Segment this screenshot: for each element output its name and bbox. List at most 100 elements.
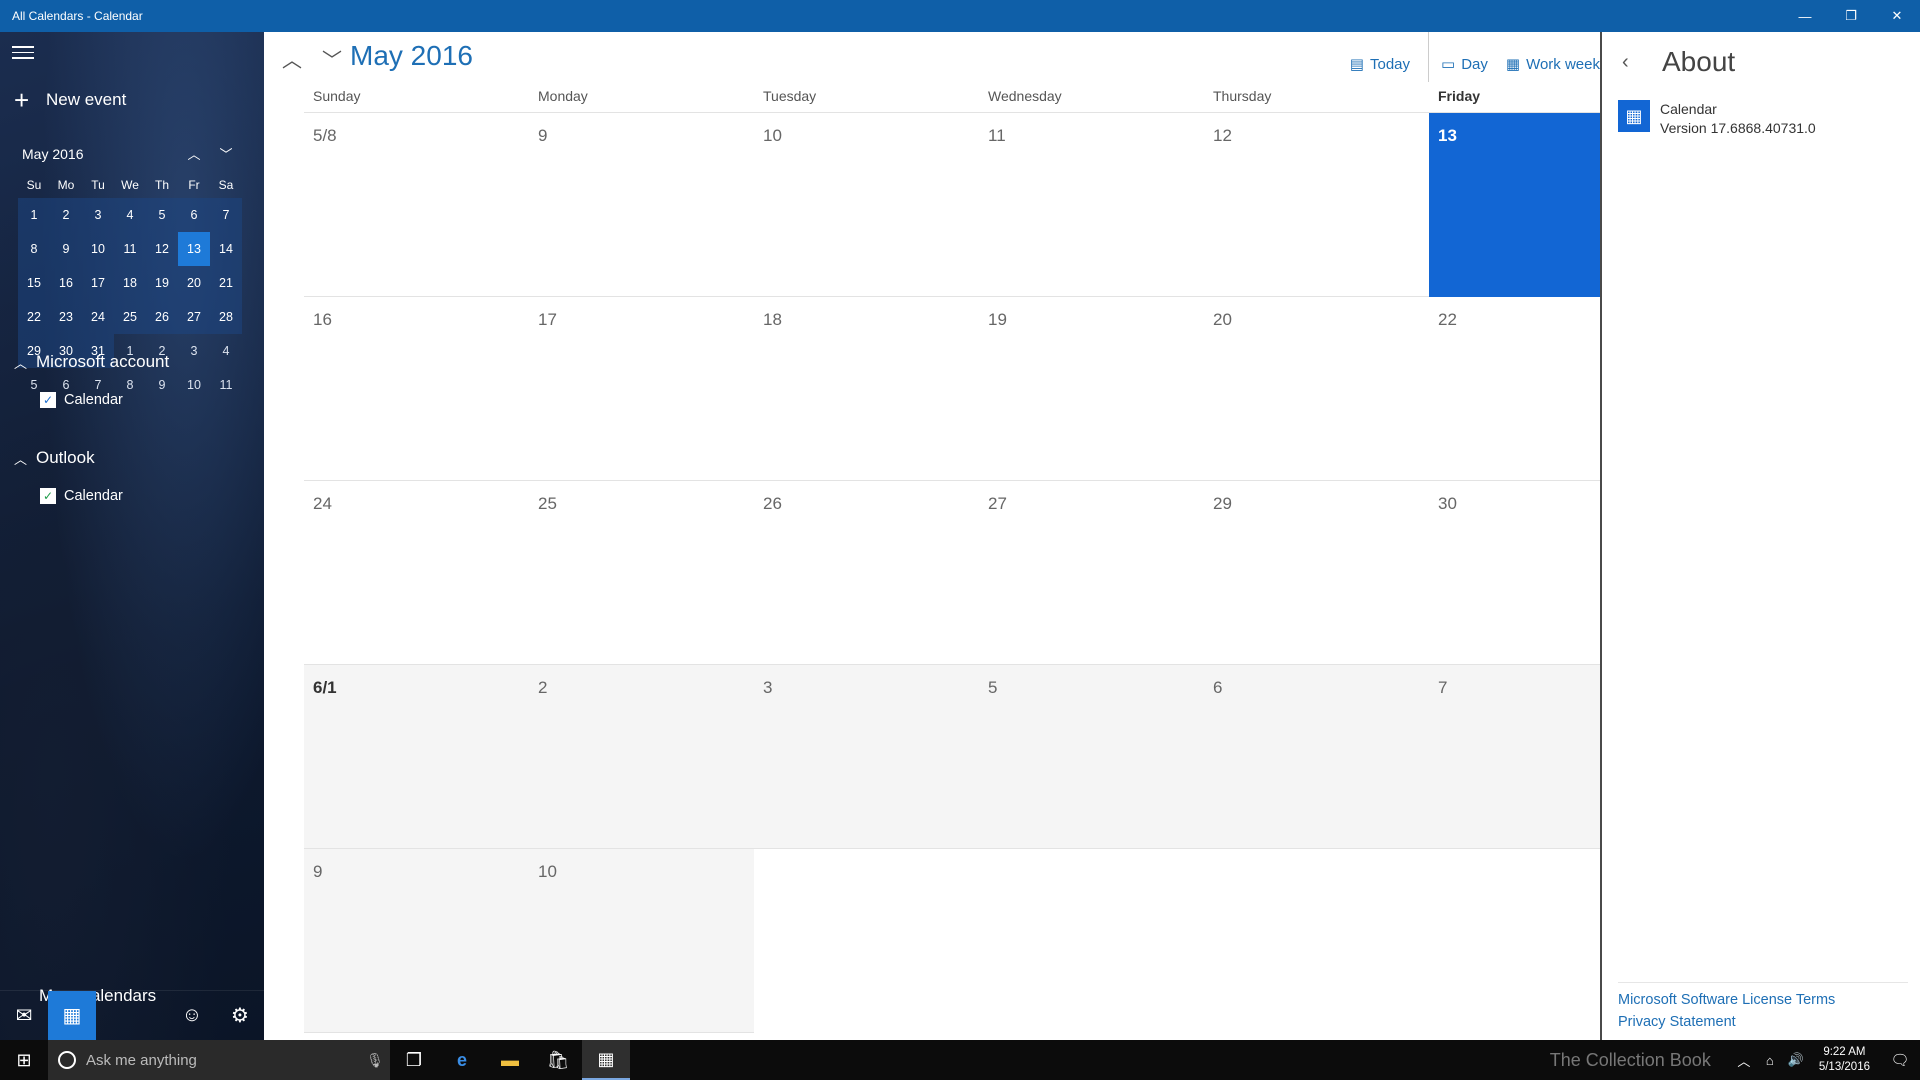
taskbar: ⊞ Ask me anything 🎙 ❐ e ▬ 🛍 ▦ The Collec…: [0, 1040, 1920, 1080]
day-cell[interactable]: 3: [754, 665, 979, 849]
work-week-view-button[interactable]: ▦ Work week: [1506, 46, 1600, 82]
day-cell[interactable]: 11: [979, 113, 1204, 297]
network-icon[interactable]: ⌂: [1757, 1053, 1783, 1068]
day-cell[interactable]: 16: [304, 297, 529, 481]
mini-day[interactable]: 6: [178, 198, 210, 232]
month-title[interactable]: May 2016: [350, 40, 473, 72]
day-cell[interactable]: 5/8: [304, 113, 529, 297]
license-terms-link[interactable]: Microsoft Software License Terms: [1618, 989, 1908, 1011]
mini-dow-label: Mo: [57, 178, 75, 192]
mini-day[interactable]: 26: [146, 300, 178, 334]
mini-day[interactable]: 4: [114, 198, 146, 232]
privacy-statement-link[interactable]: Privacy Statement: [1618, 1011, 1908, 1033]
day-cell[interactable]: 2: [529, 665, 754, 849]
mini-day[interactable]: 17: [82, 266, 114, 300]
clock-date: 5/13/2016: [1818, 1061, 1870, 1073]
day-view-button[interactable]: ▭ Day: [1441, 46, 1488, 82]
calendar-taskbar-icon[interactable]: ▦: [582, 1040, 630, 1080]
mini-day[interactable]: 23: [50, 300, 82, 334]
day-cell[interactable]: 27: [979, 481, 1204, 665]
mini-day[interactable]: 3: [178, 334, 210, 368]
checkbox-checked-icon[interactable]: ✓: [40, 488, 56, 504]
chevron-up-tray-icon[interactable]: ︿: [1731, 1051, 1757, 1070]
mini-day[interactable]: 22: [18, 300, 50, 334]
day-cell[interactable]: 9: [304, 849, 529, 1033]
mini-day[interactable]: 13: [178, 232, 210, 266]
day-cell[interactable]: 12: [1204, 113, 1429, 297]
windows-start-icon[interactable]: ⊞: [0, 1040, 48, 1080]
day-cell[interactable]: 25: [529, 481, 754, 665]
mini-day[interactable]: 3: [82, 198, 114, 232]
file-explorer-icon[interactable]: ▬: [486, 1040, 534, 1080]
mini-day[interactable]: 28: [210, 300, 242, 334]
mini-day[interactable]: 4: [210, 334, 242, 368]
day-cell[interactable]: 17: [529, 297, 754, 481]
day-cell[interactable]: 18: [754, 297, 979, 481]
store-icon[interactable]: 🛍: [534, 1040, 582, 1080]
group-microsoft-account[interactable]: ︿ Microsoft account: [14, 352, 169, 372]
restore-button[interactable]: ❐: [1828, 0, 1874, 32]
mini-day[interactable]: 18: [114, 266, 146, 300]
dow-header-sunday: Sunday: [313, 88, 361, 104]
mini-day[interactable]: 1: [18, 198, 50, 232]
day-cell[interactable]: 9: [529, 113, 754, 297]
mini-day[interactable]: 2: [50, 198, 82, 232]
feedback-smiley-icon[interactable]: ☺: [168, 991, 216, 1041]
microphone-icon[interactable]: 🎙: [360, 1052, 390, 1069]
checkbox-checked-icon[interactable]: ✓: [40, 392, 56, 408]
today-button[interactable]: ▤ Today: [1350, 46, 1410, 82]
day-cell[interactable]: 19: [979, 297, 1204, 481]
mini-day[interactable]: 24: [82, 300, 114, 334]
day-cell[interactable]: 10: [529, 849, 754, 1033]
day-cell[interactable]: 5: [979, 665, 1204, 849]
day-cell[interactable]: 6/1: [304, 665, 529, 849]
previous-month-icon[interactable]: ︿: [272, 44, 312, 73]
calendar-item-outlook[interactable]: ✓ Calendar: [40, 488, 123, 504]
mini-day[interactable]: 11: [114, 232, 146, 266]
hamburger-menu-icon[interactable]: [12, 46, 34, 62]
mini-day[interactable]: 14: [210, 232, 242, 266]
mini-day[interactable]: 16: [50, 266, 82, 300]
next-month-icon[interactable]: ﹀: [312, 44, 352, 73]
volume-icon[interactable]: 🔊: [1783, 1052, 1809, 1068]
mini-day[interactable]: 15: [18, 266, 50, 300]
mail-icon[interactable]: ✉: [0, 991, 48, 1041]
day-cell[interactable]: 29: [1204, 481, 1429, 665]
settings-gear-icon[interactable]: ⚙: [216, 991, 264, 1041]
mini-day[interactable]: 8: [18, 232, 50, 266]
mini-day[interactable]: 20: [178, 266, 210, 300]
clock[interactable]: 9:22 AM 5/13/2016: [1809, 1045, 1880, 1075]
mini-day[interactable]: 10: [82, 232, 114, 266]
day-cell[interactable]: 20: [1204, 297, 1429, 481]
mini-day[interactable]: 19: [146, 266, 178, 300]
edge-browser-icon[interactable]: e: [438, 1040, 486, 1080]
mini-day[interactable]: 10: [178, 368, 210, 402]
mini-day[interactable]: 12: [146, 232, 178, 266]
mini-day[interactable]: 27: [178, 300, 210, 334]
day-cell[interactable]: 24: [304, 481, 529, 665]
close-button[interactable]: ✕: [1874, 0, 1920, 32]
mini-calendar-prev-icon[interactable]: ︿: [178, 144, 210, 163]
back-arrow-icon[interactable]: ‹: [1622, 51, 1662, 74]
mini-day[interactable]: 21: [210, 266, 242, 300]
mini-day[interactable]: 11: [210, 368, 242, 402]
mini-day[interactable]: 5: [146, 198, 178, 232]
new-event-button[interactable]: + New event: [14, 87, 126, 113]
mini-day[interactable]: 9: [146, 368, 178, 402]
cortana-search-box[interactable]: Ask me anything 🎙: [48, 1040, 390, 1080]
view-switcher: ▤ Today ▭ Day ▦ Work week: [1350, 32, 1600, 82]
minimize-button[interactable]: —: [1782, 0, 1828, 32]
group-outlook[interactable]: ︿ Outlook: [14, 448, 95, 468]
day-cell[interactable]: 26: [754, 481, 979, 665]
mini-day[interactable]: 9: [50, 232, 82, 266]
mini-calendar-next-icon[interactable]: ﹀: [210, 144, 242, 163]
mini-day[interactable]: 25: [114, 300, 146, 334]
mini-day[interactable]: 7: [210, 198, 242, 232]
calendar-icon[interactable]: ▦: [48, 990, 96, 1040]
calendar-app-icon: ▦: [1618, 100, 1650, 132]
day-cell[interactable]: 6: [1204, 665, 1429, 849]
action-center-icon[interactable]: 🗨: [1880, 1051, 1920, 1069]
task-view-icon[interactable]: ❐: [390, 1040, 438, 1080]
calendar-item-microsoft[interactable]: ✓ Calendar: [40, 392, 123, 408]
day-cell[interactable]: 10: [754, 113, 979, 297]
